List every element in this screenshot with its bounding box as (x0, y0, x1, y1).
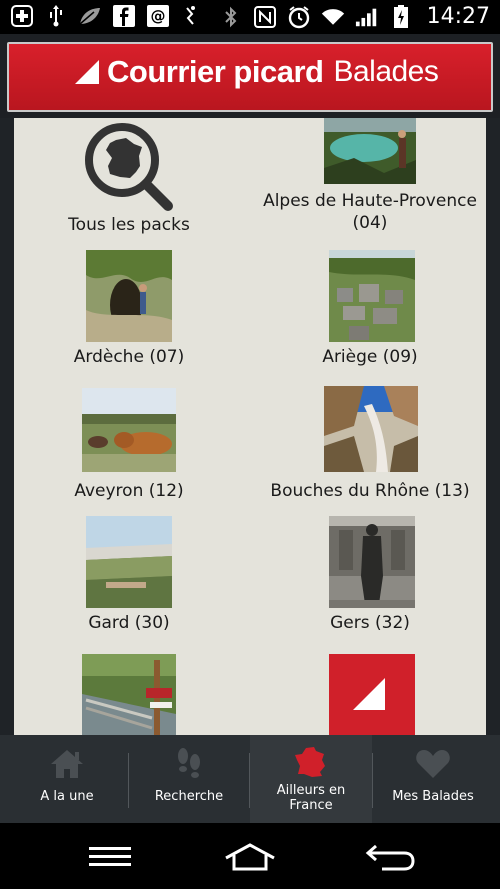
home-icon (225, 843, 275, 871)
pack-tile-all[interactable]: Tous les packs (34, 118, 224, 242)
bluetooth-icon (219, 5, 243, 29)
email-icon: @ (146, 4, 170, 28)
app-root: @ 14:27 Courrier picard Balades Tous les… (0, 0, 500, 889)
pack-tile-ardeche[interactable]: Ardèche (07) (34, 250, 224, 374)
pack-tile-gard[interactable]: Gard (30) (34, 516, 224, 640)
back-icon (365, 844, 415, 871)
pack-label: Aveyron (12) (74, 481, 184, 501)
alarm-icon (287, 5, 311, 29)
pack-tile-8[interactable] (34, 652, 224, 735)
pack-tile-9[interactable] (254, 652, 486, 735)
pack-label: Ardèche (07) (73, 347, 185, 367)
tab-ailleurs-en-france[interactable]: Ailleurs en France (250, 735, 372, 823)
france-map-icon (295, 747, 325, 777)
nfc-icon (253, 5, 277, 29)
ariege-photo (329, 250, 415, 342)
battery-icon (389, 4, 413, 29)
pack-label: Bouches du Rhône (13) (270, 481, 470, 501)
tab-label: Recherche (154, 789, 224, 804)
gers-photo (329, 516, 415, 608)
svg-text:@: @ (151, 7, 166, 25)
tab-label: Mes Balades (392, 789, 474, 804)
back-button[interactable] (360, 837, 420, 877)
tab-a-la-une[interactable]: A la une (6, 735, 128, 823)
search-france-icon (85, 123, 173, 211)
clock: 14:27 (426, 4, 490, 29)
bridge-photo (82, 654, 176, 735)
signal-icon (355, 5, 379, 29)
home-icon (51, 750, 83, 778)
tab-recherche[interactable]: Recherche (128, 735, 250, 823)
pack-label: Gard (30) (88, 613, 170, 633)
courrier-picard-logo-tile (329, 654, 415, 735)
plus-icon (10, 4, 34, 28)
home-button[interactable] (220, 837, 280, 877)
heart-icon (416, 750, 450, 778)
gard-photo (86, 516, 172, 608)
system-nav-bar (0, 823, 500, 889)
tab-label: A la une (40, 789, 94, 804)
hand-icon (180, 4, 204, 28)
ardeche-photo (86, 250, 172, 342)
pack-tile-aveyron[interactable]: Aveyron (12) (34, 384, 224, 508)
packs-grid: Tous les packs Alpes de Haute-Provence (… (14, 118, 486, 735)
aveyron-photo (82, 388, 176, 472)
pack-tile-ariege[interactable]: Ariège (09) (254, 250, 486, 374)
brand-banner: Courrier picard Balades (7, 42, 493, 112)
pack-tile-gers[interactable]: Gers (32) (254, 516, 486, 640)
usb-icon (44, 4, 68, 28)
leaf-icon (78, 4, 102, 28)
pack-label: Gers (32) (330, 613, 410, 633)
app-bar: Courrier picard Balades (0, 34, 500, 118)
pack-label: Tous les packs (68, 215, 190, 235)
bouches-du-rhone-photo (324, 386, 418, 472)
pack-tile-bouches-du-rhone[interactable]: Bouches du Rhône (13) (254, 384, 486, 508)
pack-label: Ariège (09) (322, 347, 418, 367)
pack-tile-alpes[interactable]: Alpes de Haute-Provence (04) (254, 118, 486, 242)
brand-title: Courrier picard (107, 54, 324, 89)
brand-subtitle: Balades (333, 55, 439, 88)
menu-button[interactable] (80, 837, 140, 877)
facebook-icon (112, 4, 136, 28)
status-bar: @ 14:27 (0, 0, 500, 34)
tab-label: Ailleurs en France (276, 783, 346, 813)
brand-logo-icon (75, 60, 99, 84)
menu-icon (89, 847, 131, 866)
alpes-photo (324, 118, 416, 184)
footsteps-icon (178, 748, 200, 778)
bottom-tab-bar: A la une Recherche Ailleurs en France Me… (0, 735, 500, 823)
tab-mes-balades[interactable]: Mes Balades (372, 735, 494, 823)
wifi-icon (321, 5, 345, 29)
pack-label: Alpes de Haute-Provence (04) (263, 191, 477, 233)
